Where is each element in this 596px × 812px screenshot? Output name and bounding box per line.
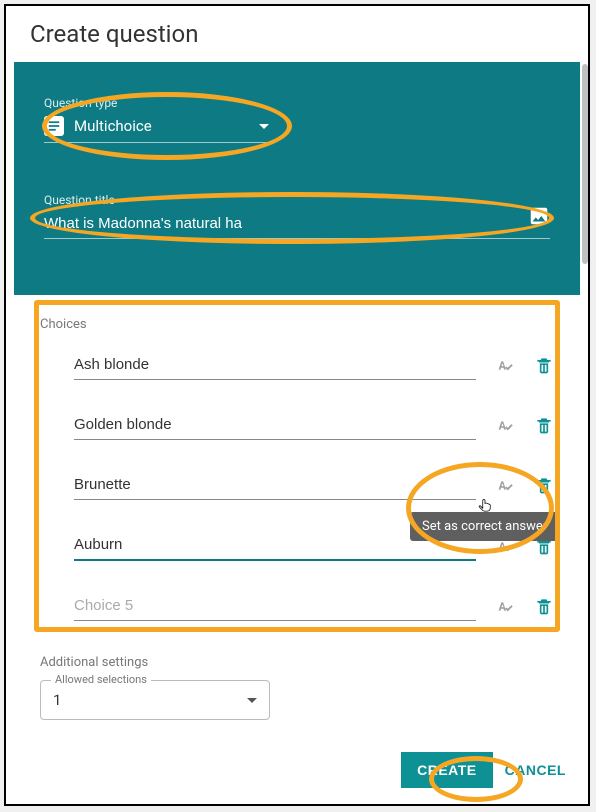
- set-correct-icon[interactable]: [494, 595, 516, 617]
- question-title-label: Question title: [44, 193, 528, 207]
- question-title-input[interactable]: [44, 209, 243, 238]
- chevron-down-icon: [247, 698, 257, 703]
- dialog-title: Create question: [6, 6, 588, 58]
- create-question-dialog: Create question Question type Multichoic…: [4, 4, 590, 806]
- question-type-label: Question type: [44, 96, 550, 110]
- set-correct-icon[interactable]: [494, 474, 516, 496]
- choice-input[interactable]: [74, 591, 476, 621]
- question-config-section: Question type Multichoice Question title: [14, 62, 580, 295]
- multichoice-icon: [44, 116, 64, 136]
- scrollbar[interactable]: [582, 64, 588, 264]
- allowed-selections-select[interactable]: Allowed selections 1: [40, 680, 270, 720]
- choice-input[interactable]: [74, 410, 476, 440]
- set-correct-icon[interactable]: [494, 354, 516, 376]
- question-type-value: Multichoice: [74, 117, 249, 135]
- allowed-selections-label: Allowed selections: [51, 673, 151, 686]
- delete-icon[interactable]: [534, 355, 554, 375]
- create-button[interactable]: CREATE: [401, 752, 493, 788]
- question-type-field: Question type Multichoice: [44, 96, 550, 143]
- choices-label: Choices: [40, 317, 554, 332]
- choice-input[interactable]: [74, 350, 476, 380]
- question-type-select[interactable]: Multichoice: [44, 112, 269, 143]
- choices-section: Choices: [6, 295, 588, 621]
- choice-input[interactable]: [74, 470, 476, 500]
- delete-icon[interactable]: [534, 475, 554, 495]
- dialog-footer: CREATE CANCEL: [401, 752, 566, 788]
- choice-row: [40, 350, 554, 380]
- choice-row: [40, 591, 554, 621]
- delete-icon[interactable]: [534, 415, 554, 435]
- allowed-selections-value: 1: [53, 691, 61, 709]
- delete-icon[interactable]: [534, 596, 554, 616]
- question-title-field: Question title: [44, 193, 550, 239]
- cursor-icon: [476, 494, 494, 518]
- choice-row: [40, 410, 554, 440]
- cancel-button[interactable]: CANCEL: [505, 762, 566, 778]
- image-icon[interactable]: [528, 205, 550, 227]
- chevron-down-icon: [259, 124, 269, 129]
- additional-settings-section: Additional settings Allowed selections 1: [6, 651, 588, 720]
- additional-settings-label: Additional settings: [40, 655, 554, 670]
- set-correct-icon[interactable]: [494, 414, 516, 436]
